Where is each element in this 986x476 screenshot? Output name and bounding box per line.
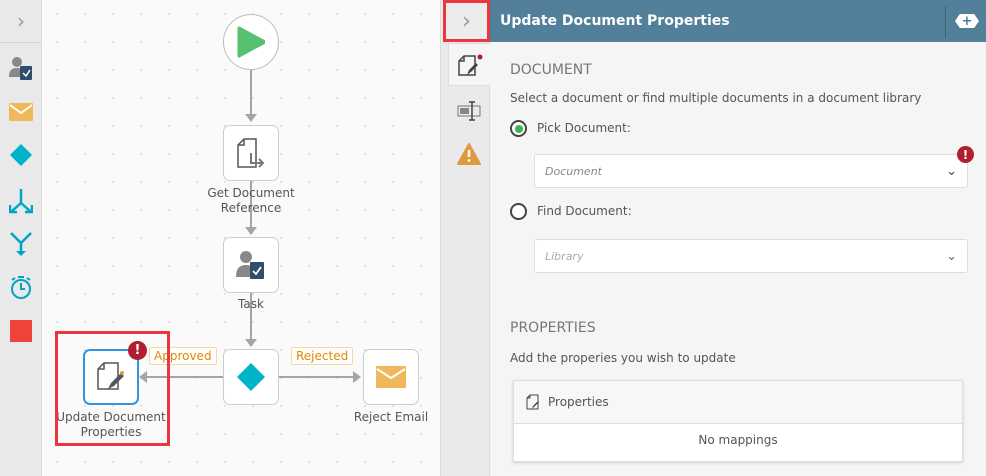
task-node[interactable] [223,237,279,293]
task-icon [236,251,264,279]
properties-panel: DOCUMENT Select a document or find multi… [490,42,986,476]
palette-stop-icon[interactable] [0,316,42,346]
chevron-down-icon: ⌄ [946,163,957,179]
palette-task-icon[interactable] [0,53,42,83]
document-edit-icon [457,54,482,76]
properties-heading: PROPERTIES [510,320,596,336]
expand-palette-button[interactable]: › [0,0,42,43]
warning-icon [457,143,481,165]
add-icon[interactable]: + [955,14,979,28]
rejected-edge-label[interactable]: Rejected [291,347,354,365]
email-icon [376,366,406,388]
highlight-box [443,0,490,42]
library-select-placeholder: Library [545,249,584,263]
get-document-reference-node[interactable] [223,125,279,181]
decision-node[interactable] [223,349,279,405]
node-label: Get Document Reference [207,186,295,215]
find-document-radio[interactable] [510,203,527,220]
connector-rejected [279,376,357,378]
no-mappings-text: No mappings [698,433,778,447]
highlight-box [55,331,170,446]
palette-timer-icon[interactable] [0,272,42,302]
play-icon [237,26,265,58]
tab-errors[interactable] [448,140,490,168]
document-edit-icon [526,394,539,410]
library-select[interactable]: Library ⌄ [534,239,968,273]
document-reference-icon [237,138,265,168]
start-node[interactable] [223,14,279,70]
node-label: Task [238,297,264,311]
connector [250,70,252,118]
toolbox-palette: › [0,0,42,476]
document-select[interactable]: Document ⌄ [534,154,968,188]
panel-title: Update Document Properties [500,13,730,29]
chevron-right-icon: › [17,9,25,33]
palette-decision-icon[interactable] [0,140,42,170]
document-description: Select a document or find multiple docum… [510,91,922,105]
reject-email-node[interactable] [363,349,419,405]
pick-document-label: Pick Document: [537,121,631,135]
pick-document-radio[interactable] [510,120,527,137]
properties-card-title: Properties [548,395,609,409]
chevron-down-icon: ⌄ [946,248,957,264]
palette-email-icon[interactable] [0,97,42,127]
properties-card: Properties No mappings [513,380,963,462]
find-document-label: Find Document: [537,204,632,218]
decision-icon [237,363,265,391]
error-icon: ! [957,146,974,163]
divider [945,6,946,38]
tab-variables[interactable] [448,96,490,126]
palette-parallel-icon[interactable] [0,186,42,216]
document-heading: DOCUMENT [510,62,592,78]
document-select-placeholder: Document [545,164,602,178]
palette-merge-icon[interactable] [0,229,42,259]
panel-header: Update Document Properties [490,0,986,42]
node-label: Reject Email [353,410,429,424]
text-field-icon [457,101,481,121]
properties-description: Add the properies you wish to update [510,351,736,365]
tab-configuration[interactable] [448,43,490,86]
